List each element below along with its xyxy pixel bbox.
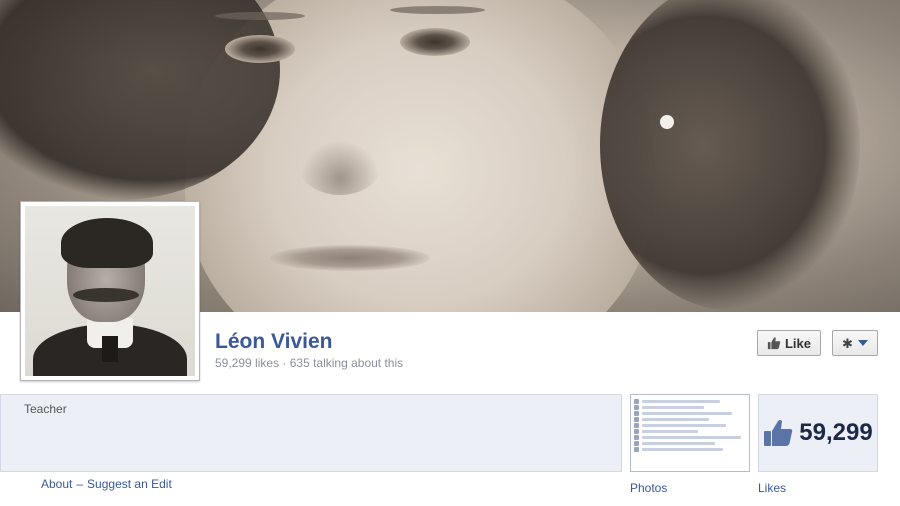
thumbnail-line: [634, 411, 732, 416]
thumbnail-line: [634, 441, 715, 446]
likes-app-label[interactable]: Likes: [758, 481, 786, 495]
gear-icon: ✱: [842, 335, 853, 351]
cover-earring: [660, 115, 674, 129]
likes-app-count: 59,299: [799, 419, 873, 446]
thumbs-up-icon: [767, 337, 781, 350]
about-links: About – Suggest an Edit: [41, 477, 172, 491]
cover-mouth: [270, 245, 430, 271]
cover-eye: [400, 28, 470, 56]
thumbnail-line: [633, 399, 721, 404]
suggest-edit-link[interactable]: Suggest an Edit: [87, 477, 172, 491]
thumbnail-line: [633, 417, 710, 422]
cover-brow: [390, 6, 485, 14]
thumbnail-line: [634, 405, 704, 410]
cover-hair: [600, 0, 860, 310]
about-separator: –: [76, 477, 84, 491]
settings-dropdown-button[interactable]: ✱: [832, 330, 878, 356]
photos-app-label[interactable]: Photos: [630, 481, 667, 495]
like-button-label: Like: [784, 335, 811, 351]
like-button[interactable]: Like: [757, 330, 821, 356]
thumbnail-line: [634, 435, 741, 440]
likes-count: 59,299 likes: [215, 356, 280, 370]
cover-nose: [300, 140, 380, 195]
profile-tie: [102, 336, 118, 362]
thumbnail-line: [634, 423, 726, 428]
about-box[interactable]: Teacher: [0, 394, 622, 472]
thumbnail-line: [634, 447, 723, 452]
talking-about-count: 635 talking about this: [289, 356, 404, 370]
page-stats: 59,299 likes · 635 talking about this: [215, 356, 403, 370]
thumbnail-line: [634, 429, 698, 434]
profile-mustache: [73, 288, 139, 302]
profile-photo: [25, 206, 195, 376]
caret-down-icon: [857, 340, 868, 346]
thumbs-up-icon: [764, 420, 793, 446]
page-title[interactable]: Léon Vivien: [215, 330, 332, 354]
about-link[interactable]: About: [41, 477, 72, 491]
cover-eye: [225, 35, 295, 63]
cover-brow: [215, 12, 305, 20]
likes-app-box[interactable]: 59,299: [758, 394, 878, 472]
page-category: Teacher: [24, 402, 67, 416]
profile-picture[interactable]: [20, 201, 200, 381]
stats-separator: ·: [279, 356, 290, 370]
profile-hair: [61, 218, 153, 268]
photos-app-thumbnail[interactable]: [630, 394, 750, 472]
